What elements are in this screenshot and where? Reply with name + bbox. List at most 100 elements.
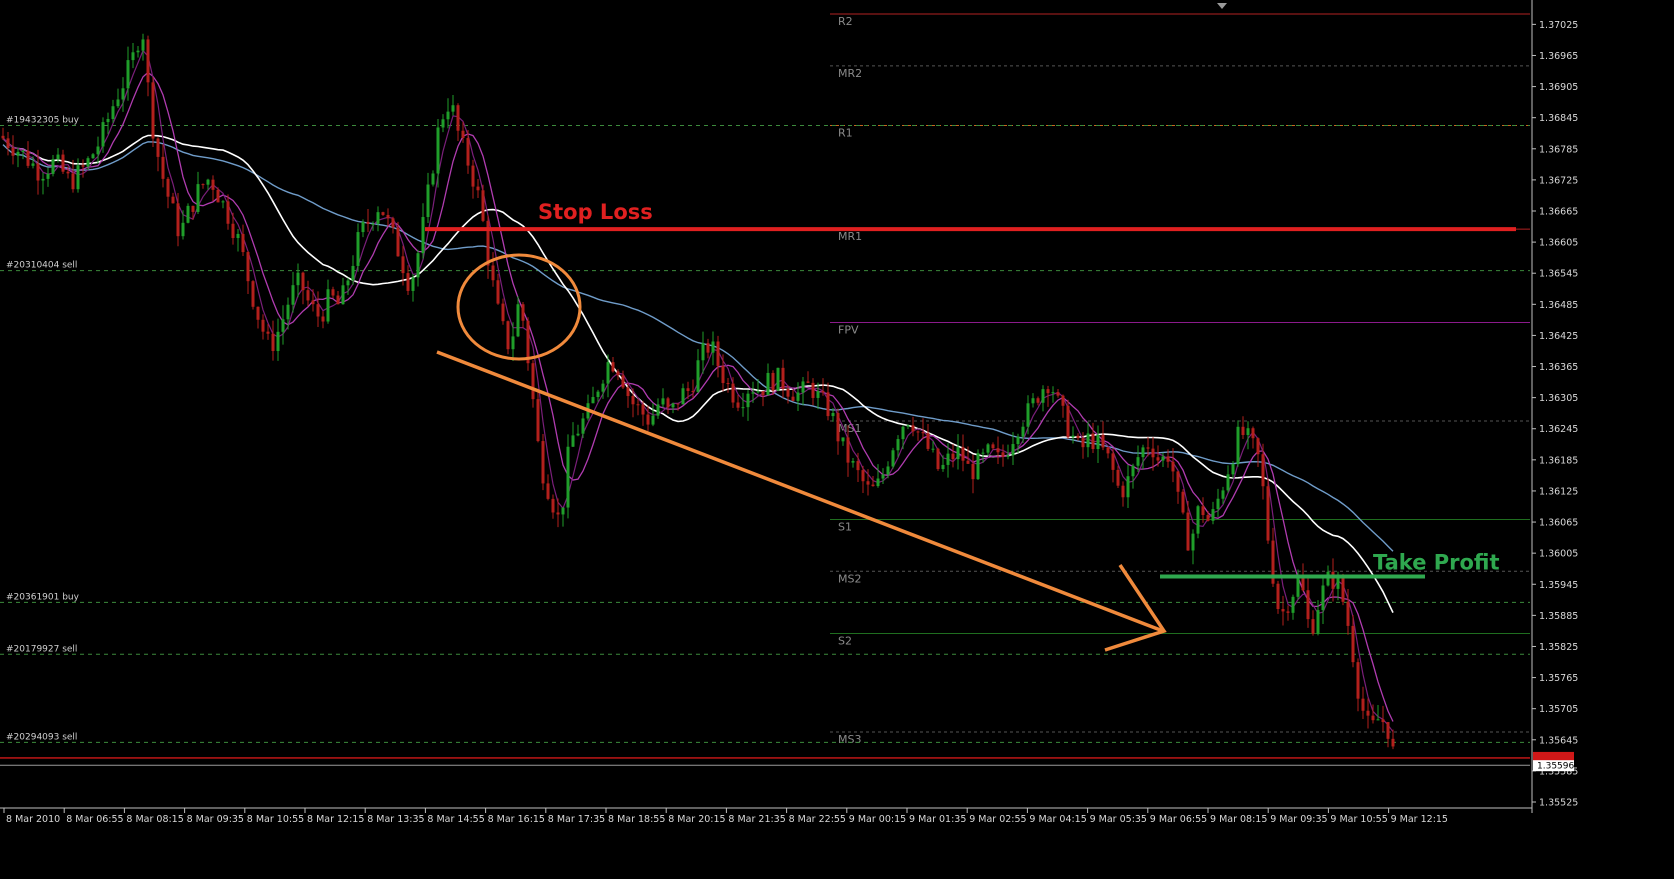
candle-body bbox=[181, 222, 185, 237]
y-tick-label: 1.35945 bbox=[1539, 580, 1578, 591]
candle-body bbox=[16, 151, 20, 156]
candle-body bbox=[941, 464, 945, 470]
x-tick-label: 8 Mar 13:35 bbox=[367, 814, 424, 825]
candle-body bbox=[596, 391, 600, 398]
candle-body bbox=[231, 223, 235, 239]
y-tick-label: 1.35825 bbox=[1539, 642, 1578, 653]
candle-body bbox=[26, 150, 30, 166]
candle-body bbox=[76, 165, 80, 190]
x-tick-label: 8 Mar 12:15 bbox=[307, 814, 364, 825]
candle-body bbox=[396, 227, 400, 257]
y-tick-label: 1.35765 bbox=[1539, 673, 1578, 684]
order-label: #20310404 sell bbox=[6, 261, 77, 271]
candle-body bbox=[1, 135, 5, 139]
candle-body bbox=[1036, 398, 1040, 403]
candle-body bbox=[41, 178, 45, 181]
candle-body bbox=[1111, 453, 1115, 470]
candle-body bbox=[426, 184, 430, 218]
candle-body bbox=[136, 50, 140, 53]
candle-body bbox=[1311, 619, 1315, 634]
candle-body bbox=[726, 383, 730, 385]
candle-body bbox=[446, 111, 450, 120]
candle-body bbox=[386, 214, 390, 219]
candle-body bbox=[871, 484, 875, 487]
order-label: #20361901 buy bbox=[6, 592, 80, 602]
candle-body bbox=[961, 447, 965, 461]
candle-body bbox=[791, 396, 795, 401]
candle-body bbox=[541, 441, 545, 484]
x-tick-label: 8 Mar 14:55 bbox=[427, 814, 484, 825]
candle-body bbox=[786, 388, 790, 397]
candle-body bbox=[846, 437, 850, 463]
candle-body bbox=[1356, 662, 1360, 699]
candle-body bbox=[501, 303, 505, 322]
candle-body bbox=[261, 319, 265, 332]
candle-body bbox=[51, 159, 55, 174]
candle-body bbox=[186, 205, 190, 223]
candle-body bbox=[956, 447, 960, 460]
candle-body bbox=[1261, 454, 1265, 487]
candle-body bbox=[1371, 715, 1375, 721]
y-tick-label: 1.36485 bbox=[1539, 300, 1578, 311]
candle-body bbox=[1066, 405, 1070, 438]
candle-body bbox=[346, 280, 350, 286]
candle-body bbox=[521, 304, 525, 321]
candle-body bbox=[1016, 436, 1020, 445]
candle-body bbox=[376, 212, 380, 224]
candle-body bbox=[886, 466, 890, 475]
candle-body bbox=[101, 122, 105, 147]
candle-body bbox=[806, 381, 810, 383]
x-tick-label: 8 Mar 20:15 bbox=[668, 814, 725, 825]
candle-body bbox=[156, 138, 160, 157]
candle-body bbox=[736, 402, 740, 408]
candle-body bbox=[146, 39, 150, 83]
candle-body bbox=[126, 60, 130, 89]
candle-body bbox=[1391, 738, 1395, 747]
x-tick-label: 8 Mar 18:55 bbox=[608, 814, 665, 825]
candle-body bbox=[981, 452, 985, 454]
candle-body bbox=[876, 478, 880, 487]
candle-body bbox=[1221, 490, 1225, 499]
candle-body bbox=[56, 154, 60, 160]
candle-body bbox=[781, 367, 785, 389]
candle-body bbox=[256, 306, 260, 320]
candle-body bbox=[991, 444, 995, 449]
candle-body bbox=[71, 173, 75, 190]
candle-body bbox=[951, 453, 955, 460]
x-tick-label: 8 Mar 10:55 bbox=[247, 814, 304, 825]
candle-body bbox=[1051, 392, 1055, 394]
candle-body bbox=[456, 105, 460, 131]
candle-body bbox=[271, 333, 275, 352]
candle-body bbox=[881, 474, 885, 479]
candle-body bbox=[161, 156, 165, 179]
candle-body bbox=[561, 507, 565, 515]
candle-body bbox=[241, 233, 245, 253]
candle-body bbox=[1376, 719, 1380, 721]
candle-body bbox=[371, 223, 375, 225]
x-tick-label: 8 Mar 08:15 bbox=[126, 814, 183, 825]
candle-body bbox=[656, 404, 660, 416]
candle-body bbox=[116, 99, 120, 107]
candle-body bbox=[946, 453, 950, 465]
candle-body bbox=[1031, 398, 1035, 404]
candle-body bbox=[816, 391, 820, 398]
candle-body bbox=[506, 321, 510, 350]
x-tick-label: 8 Mar 06:55 bbox=[66, 814, 123, 825]
candle-body bbox=[191, 205, 195, 212]
x-tick-label: 9 Mar 12:15 bbox=[1391, 814, 1448, 825]
candle-body bbox=[81, 165, 85, 167]
y-tick-label: 1.37025 bbox=[1539, 20, 1578, 31]
candle-body bbox=[971, 463, 975, 480]
candle-body bbox=[496, 280, 500, 304]
candle-body bbox=[936, 448, 940, 470]
candle-body bbox=[46, 173, 50, 179]
candle-body bbox=[1186, 512, 1190, 551]
candle-body bbox=[976, 453, 980, 480]
candle-body bbox=[1006, 455, 1010, 457]
candle-body bbox=[266, 331, 270, 334]
candle-body bbox=[1301, 576, 1305, 591]
price-chart[interactable]: R2MR2R1MR1FPVMS1S1MS2S2MS3 #19432305 buy… bbox=[0, 0, 1674, 879]
candle-body bbox=[616, 371, 620, 376]
candle-body bbox=[771, 372, 775, 391]
candle-body bbox=[1241, 426, 1245, 436]
